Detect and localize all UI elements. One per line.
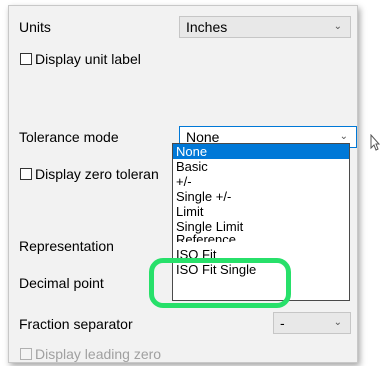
fraction-separator-label: Fraction separator: [19, 316, 133, 332]
option-none[interactable]: None: [173, 144, 349, 159]
display-zero-tolerance-text: Display zero toleran: [35, 166, 159, 182]
chevron-down-icon: ⌄: [333, 317, 342, 328]
option-plus-minus[interactable]: +/-: [173, 174, 349, 189]
units-dropdown[interactable]: Inches ⌄: [179, 16, 351, 38]
representation-label: Representation: [19, 238, 114, 254]
highlight-annotation: [149, 258, 291, 308]
option-reference[interactable]: Reference: [173, 234, 349, 242]
units-label: Units: [19, 19, 51, 35]
fraction-separator-dropdown[interactable]: - ⌄: [273, 312, 351, 334]
display-zero-tolerance-checkbox[interactable]: [20, 168, 32, 180]
chevron-down-icon: ⌄: [333, 21, 342, 32]
option-basic[interactable]: Basic: [173, 159, 349, 174]
tolerance-mode-label: Tolerance mode: [19, 129, 119, 145]
display-leading-zero-checkbox[interactable]: [20, 348, 32, 360]
display-leading-zero-text: Display leading zero: [35, 346, 162, 362]
option-limit[interactable]: Limit: [173, 204, 349, 219]
option-single-plus-minus[interactable]: Single +/-: [173, 189, 349, 204]
option-single-limit[interactable]: Single Limit: [173, 219, 349, 234]
display-unit-label-checkbox[interactable]: [20, 53, 32, 65]
units-value: Inches: [186, 19, 228, 35]
decimal-point-label: Decimal point: [19, 275, 104, 291]
mouse-cursor-icon: [370, 134, 380, 151]
fraction-separator-value: -: [280, 315, 285, 331]
display-unit-label-text: Display unit label: [35, 51, 141, 67]
